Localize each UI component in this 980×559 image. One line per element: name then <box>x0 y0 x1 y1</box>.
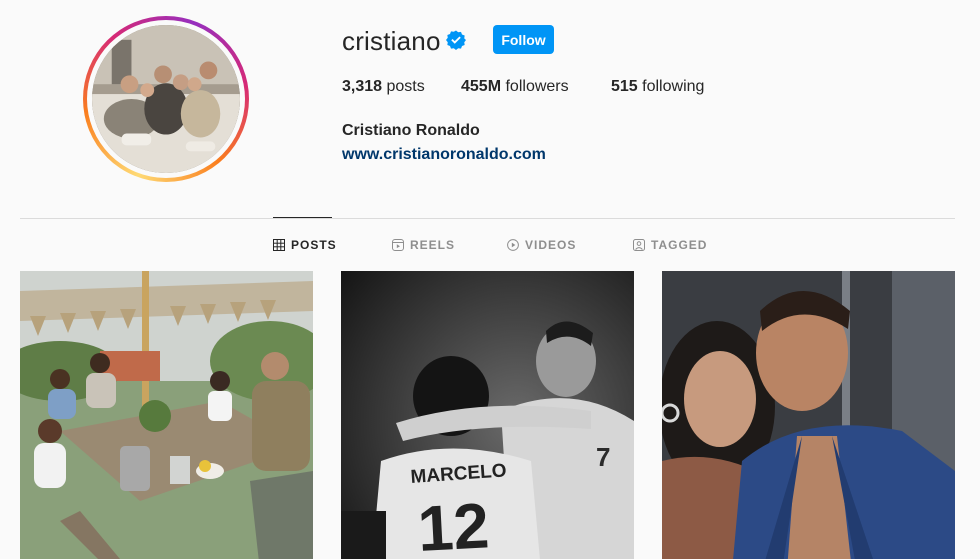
post-thumbnail[interactable] <box>20 271 313 559</box>
reels-icon <box>392 239 404 251</box>
svg-text:7: 7 <box>596 442 610 472</box>
play-circle-icon <box>507 239 519 251</box>
posts-stat[interactable]: 3,318 posts <box>342 78 425 96</box>
football-players-bw-photo: 7 MARCELO 12 <box>341 271 634 559</box>
tab-reels-label: REELS <box>410 238 456 252</box>
following-label: following <box>642 78 705 95</box>
active-tab-indicator <box>273 217 332 218</box>
followers-label: followers <box>505 78 569 95</box>
tab-videos[interactable]: VIDEOS <box>507 238 576 252</box>
posts-count: 3,318 <box>342 78 383 95</box>
story-ring[interactable] <box>83 16 249 182</box>
following-count: 515 <box>611 78 638 95</box>
tab-tagged[interactable]: TAGGED <box>633 238 707 252</box>
tab-posts[interactable]: POSTS <box>273 238 337 252</box>
avatar[interactable] <box>92 25 240 173</box>
following-stat[interactable]: 515 following <box>611 78 704 96</box>
couple-selfie-photo <box>662 271 955 559</box>
post-thumbnail[interactable] <box>662 271 955 559</box>
followers-count: 455M <box>461 78 502 95</box>
follow-button[interactable]: Follow <box>493 25 554 54</box>
posts-label: posts <box>386 78 425 95</box>
followers-stat[interactable]: 455M followers <box>461 78 569 96</box>
username: cristiano <box>342 26 441 56</box>
tab-reels[interactable]: REELS <box>392 238 455 252</box>
tabs-divider <box>20 218 955 219</box>
tab-videos-label: VIDEOS <box>525 238 577 252</box>
avatar-family-photo <box>92 25 240 173</box>
full-name: Cristiano Ronaldo <box>342 122 480 139</box>
tab-tagged-label: TAGGED <box>651 238 708 252</box>
verified-badge-icon <box>446 30 466 50</box>
svg-text:12: 12 <box>416 489 491 559</box>
website-link[interactable]: www.cristianoronaldo.com <box>342 146 546 164</box>
avatar-border <box>87 20 245 178</box>
tab-posts-label: POSTS <box>291 238 337 252</box>
grid-icon <box>273 239 285 251</box>
family-dinner-photo <box>20 271 313 559</box>
post-thumbnail[interactable]: 7 MARCELO 12 <box>341 271 634 559</box>
tagged-icon <box>633 239 645 251</box>
